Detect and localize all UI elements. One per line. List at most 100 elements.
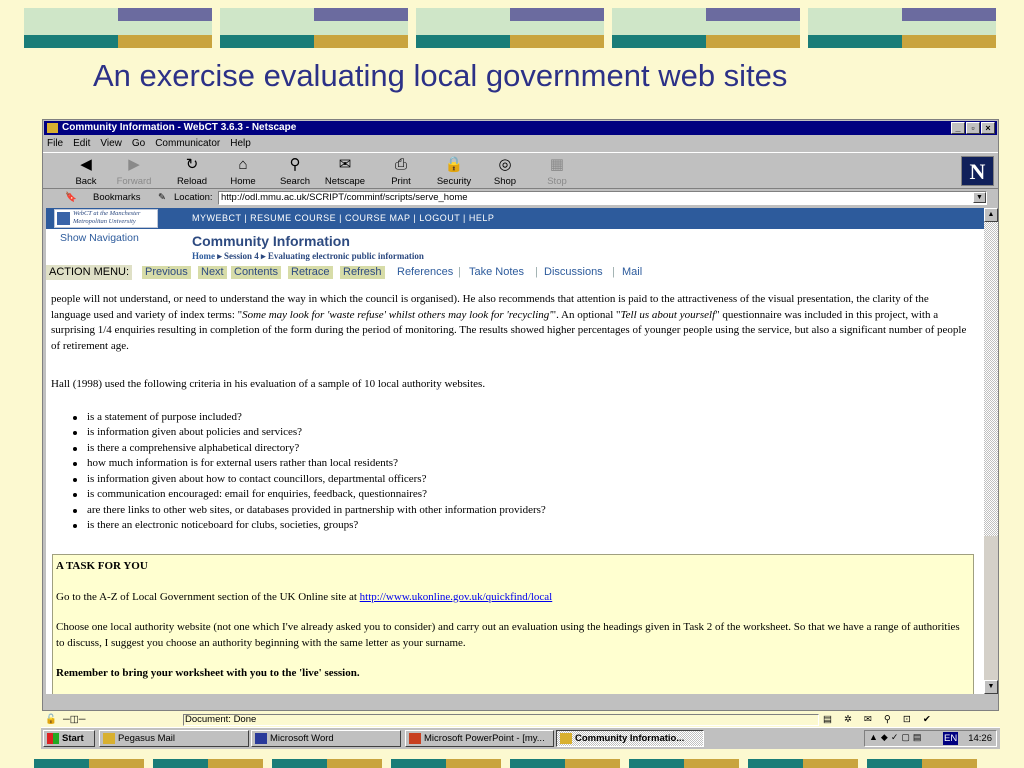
windows-taskbar: Start Pegasus Mail Microsoft Word Micros… [41, 727, 1000, 749]
task-heading: A TASK FOR YOU [56, 560, 148, 572]
task-line-1: Go to the A-Z of Local Government sectio… [56, 590, 553, 603]
forward-button[interactable]: ▶ Forward [109, 156, 159, 187]
navigation-toolbar: N ◀ Back ▶ Forward ↻ Reload ⌂ Home ⚲ Search ✉ Netsc… [43, 152, 998, 189]
language-indicator[interactable]: EN [943, 732, 959, 745]
toolbar-label: Reload [176, 176, 208, 187]
scroll-up-icon[interactable]: ▲ [984, 208, 998, 222]
print-button[interactable]: ⎙ Print [376, 156, 426, 187]
task-box: A TASK FOR YOU Go to the A-Z of Local Go… [52, 554, 974, 694]
decorative-band [416, 8, 604, 48]
toolbar-label: Stop [547, 176, 567, 187]
location-input[interactable]: http://odl.mmu.ac.uk/SCRIPT/comminf/scri… [218, 191, 987, 205]
menu-communicator[interactable]: Communicator [155, 136, 220, 151]
list-item: is communication encouraged: email for e… [73, 487, 971, 503]
netscape-logo-icon[interactable]: N [961, 156, 994, 186]
action-mail[interactable]: Mail [622, 265, 642, 280]
decorative-band [748, 759, 858, 768]
toolbar-label: Security [436, 176, 472, 187]
toolbar-label: Netscape [324, 176, 366, 187]
powerpoint-icon [409, 733, 421, 744]
breadcrumb-arrow-icon: ▸ [261, 251, 268, 261]
netscape-button[interactable]: ✉ Netscape [320, 156, 370, 187]
system-tray: ▲◆✓▢▤ EN 14:26 [864, 730, 997, 747]
stop-button[interactable]: ▦ Stop [532, 156, 582, 187]
webct-logo[interactable]: WebCT at the Manchester Metropolitan Uni… [54, 209, 158, 228]
toolbar-label: Search [279, 176, 311, 187]
bookmarks-icon[interactable]: 🔖 [65, 190, 77, 206]
action-take-notes[interactable]: Take Notes [469, 265, 524, 280]
home-button[interactable]: ⌂ Home [218, 156, 268, 187]
action-contents[interactable]: Contents [231, 266, 282, 279]
action-refresh[interactable]: Refresh [340, 266, 385, 279]
print-icon: ⎙ [394, 156, 407, 173]
action-menu-label: ACTION MENU: [46, 265, 133, 280]
webct-nav-bar: WebCT at the Manchester Metropolitan Uni… [46, 208, 984, 229]
menu-file[interactable]: File [47, 136, 63, 151]
taskbar-powerpoint[interactable]: Microsoft PowerPoint - [my... [405, 730, 554, 747]
webct-icon [560, 733, 572, 744]
back-button[interactable]: ◀ Back [61, 156, 111, 187]
maximize-button[interactable]: ▫ [966, 122, 980, 134]
shop-button[interactable]: ◎ Shop [480, 156, 530, 187]
scroll-down-icon[interactable]: ▼ [984, 680, 998, 694]
bookmarks-button[interactable]: Bookmarks [93, 190, 141, 206]
slide-title: An exercise evaluating local government … [93, 58, 788, 93]
forward-arrow-icon: ▶ [128, 156, 140, 173]
decorative-band [153, 759, 263, 768]
pegasus-icon [103, 733, 115, 744]
component-bar-icons[interactable]: ▤✲✉⚲⊡✔ [823, 713, 943, 727]
toolbar-label: Print [391, 176, 411, 187]
reload-button[interactable]: ↻ Reload [167, 156, 217, 187]
menu-help[interactable]: Help [230, 136, 251, 151]
breadcrumb-home[interactable]: Home [192, 251, 215, 261]
decorative-band [220, 8, 408, 48]
list-item: is information given about policies and … [73, 425, 971, 441]
menu-go[interactable]: Go [132, 136, 145, 151]
security-button[interactable]: 🔒 Security [429, 156, 479, 187]
page-content: WebCT at the Manchester Metropolitan Uni… [46, 208, 984, 694]
task-line-2: Choose one local authority website (not … [56, 621, 960, 649]
list-item: how much information is for external use… [73, 456, 971, 472]
security-status-icon[interactable]: 🔓 [45, 713, 57, 727]
decorative-band [272, 759, 382, 768]
back-arrow-icon: ◀ [80, 156, 92, 173]
taskbar-community-information[interactable]: Community Informatio... [556, 730, 704, 747]
action-next[interactable]: Next [198, 266, 227, 279]
list-item: is information given about how to contac… [73, 472, 971, 488]
show-navigation-link[interactable]: Show Navigation [60, 232, 139, 244]
action-references[interactable]: References [397, 265, 453, 280]
decorative-band [510, 759, 620, 768]
decorative-band [34, 759, 144, 768]
action-previous[interactable]: Previous [142, 266, 191, 279]
location-bar: 🔖 Bookmarks ✎ Location: http://odl.mmu.a… [43, 190, 998, 207]
toolbar-label: Back [75, 176, 97, 187]
decorative-band [391, 759, 501, 768]
taskbar-pegasus-mail[interactable]: Pegasus Mail [99, 730, 249, 747]
taskbar-microsoft-word[interactable]: Microsoft Word [251, 730, 401, 747]
menu-view[interactable]: View [100, 136, 122, 151]
webct-app-icon [47, 123, 58, 133]
paragraph-2: Hall (1998) used the following criteria … [51, 378, 486, 390]
list-item: is there an electronic noticeboard for c… [73, 518, 971, 534]
scroll-track[interactable] [984, 222, 998, 536]
clock[interactable]: 14:26 [968, 731, 992, 746]
tray-icons[interactable]: ▲◆✓▢▤ [869, 732, 924, 743]
webct-top-links[interactable]: MYWEBCT | RESUME COURSE | COURSE MAP | L… [192, 208, 494, 229]
start-button[interactable]: Start [43, 730, 95, 747]
location-dropdown-icon[interactable]: ▼ [973, 192, 986, 203]
close-button[interactable]: × [981, 122, 995, 134]
search-button[interactable]: ⚲ Search [270, 156, 320, 187]
list-item: is there a comprehensive alphabetical di… [73, 441, 971, 457]
action-discussions[interactable]: Discussions [544, 265, 603, 280]
action-retrace[interactable]: Retrace [288, 266, 333, 279]
breadcrumb-current: Evaluating electronic public information [267, 251, 424, 261]
menu-edit[interactable]: Edit [73, 136, 90, 151]
window-titlebar[interactable]: Community Information - WebCT 3.6.3 - Ne… [44, 121, 997, 135]
decorative-band [612, 8, 800, 48]
vertical-scrollbar[interactable]: ▲ ▼ [984, 208, 998, 694]
location-label: Location: [174, 192, 213, 203]
ukonline-link[interactable]: http://www.ukonline.gov.uk/quickfind/loc… [360, 591, 553, 603]
breadcrumb-session[interactable]: Session 4 [224, 251, 259, 261]
minimize-button[interactable]: _ [951, 122, 965, 134]
search-icon: ⚲ [289, 156, 301, 173]
